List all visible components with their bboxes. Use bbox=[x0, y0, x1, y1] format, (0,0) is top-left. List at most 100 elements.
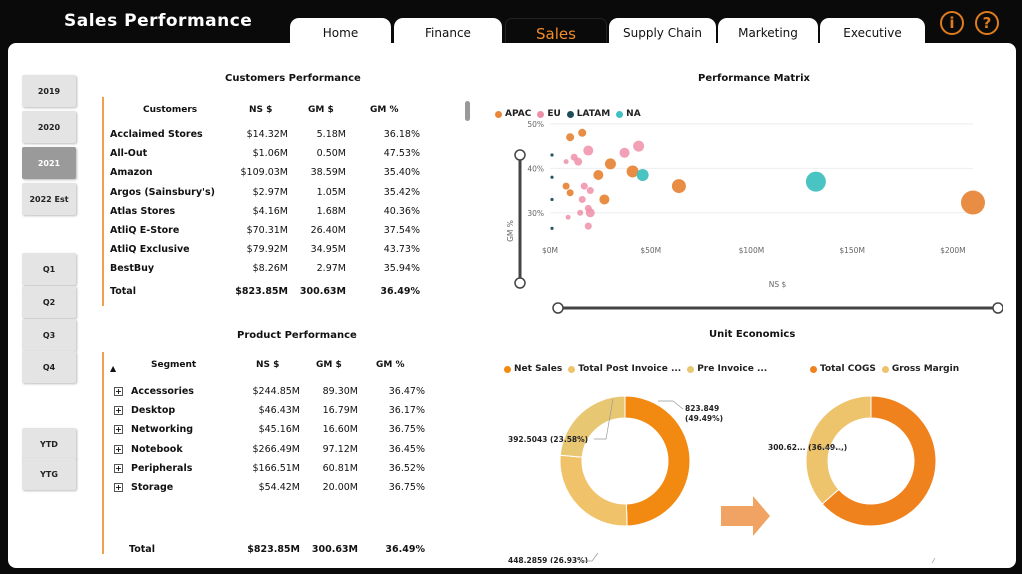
customers-cell: 2.97M bbox=[316, 263, 346, 275]
donut-label: 392.5043 (23.58%) bbox=[508, 435, 588, 444]
col-gm-pct: GM % bbox=[370, 105, 399, 115]
customers-total-gm: 300.63M bbox=[299, 286, 346, 297]
products-row-label[interactable]: + Accessories bbox=[114, 386, 194, 397]
products-cell: 20.00M bbox=[322, 482, 358, 493]
donut-slice-pre-invoice bbox=[559, 395, 626, 458]
customers-row-label[interactable]: Amazon bbox=[110, 167, 152, 178]
customers-row-label[interactable]: Argos (Sainsbury's) bbox=[110, 187, 215, 198]
x-tick-label: $100M bbox=[739, 246, 765, 255]
expand-icon[interactable]: + bbox=[114, 463, 123, 473]
customers-cell: $79.92M bbox=[246, 244, 288, 256]
customers-cell: 43.73% bbox=[383, 244, 420, 256]
slicer-q2[interactable]: Q2 bbox=[22, 286, 76, 318]
products-row-label[interactable]: + Storage bbox=[114, 482, 173, 493]
slicer-year-2021[interactable]: 2021 bbox=[22, 147, 76, 179]
scatter-point-latam bbox=[550, 153, 554, 157]
scatter-point-eu bbox=[565, 214, 571, 220]
customers-cell: 1.68M bbox=[316, 205, 346, 217]
products-cell: 60.81M bbox=[322, 462, 358, 474]
y-zoom-handle-bottom bbox=[514, 277, 526, 289]
customers-cell: 38.59M bbox=[310, 167, 346, 179]
col-gm: GM $ bbox=[316, 360, 342, 370]
scatter-point-eu bbox=[570, 153, 578, 161]
slicer-ytd[interactable]: YTD bbox=[22, 428, 76, 460]
products-accent-bar bbox=[102, 352, 104, 554]
performance-matrix-chart[interactable]: 30% 40% 50% $0M $50M $100M $150M $200M NS $ GM % bbox=[488, 103, 1003, 318]
scatter-point-apac bbox=[961, 190, 985, 215]
customers-table: Customers NS $ GM $ GM % Acclaimed Store… bbox=[110, 101, 440, 311]
slicer-q4[interactable]: Q4 bbox=[22, 351, 76, 383]
scatter-point-apac bbox=[599, 194, 610, 205]
customers-cell: 47.53% bbox=[383, 148, 420, 160]
products-row-label[interactable]: + Networking bbox=[114, 424, 193, 435]
products-cell: $45.16M bbox=[258, 424, 300, 436]
customers-cell: $14.32M bbox=[246, 129, 288, 140]
x-tick-label: $200M bbox=[940, 246, 966, 255]
products-row-label[interactable]: + Notebook bbox=[114, 444, 183, 455]
products-cell: 36.75% bbox=[388, 482, 425, 493]
scatter-point-apac bbox=[593, 170, 604, 180]
customers-cell: $4.16M bbox=[252, 205, 288, 217]
question-icon[interactable]: ? bbox=[975, 11, 999, 35]
unit-economics-charts[interactable]: 823.849(49.49%) 448.2859 (26.93%) 392.5043… bbox=[488, 383, 1008, 563]
donut1-legend: Net Sales Total Post Invoice ... Pre Inv… bbox=[504, 364, 767, 374]
customers-row-label[interactable]: AtliQ E-Store bbox=[110, 225, 179, 236]
customers-row-label[interactable]: All-Out bbox=[110, 148, 147, 159]
products-title: Product Performance bbox=[237, 330, 357, 341]
scatter-point-apac bbox=[566, 189, 574, 197]
scatter-point-apac bbox=[604, 158, 616, 170]
slicer-year-2020[interactable]: 2020 bbox=[22, 111, 76, 143]
products-cell: $54.42M bbox=[258, 482, 300, 493]
customers-cell: 40.36% bbox=[383, 205, 420, 217]
scatter-point-latam bbox=[550, 226, 554, 230]
expand-icon[interactable]: + bbox=[114, 483, 123, 492]
expand-icon[interactable]: + bbox=[114, 387, 123, 396]
slicer-ytg[interactable]: YTG bbox=[22, 458, 76, 490]
slicer-q3[interactable]: Q3 bbox=[22, 319, 76, 351]
legend-pre-invoice-marker bbox=[687, 365, 695, 373]
customers-cell: 5.18M bbox=[316, 129, 346, 140]
donut-slice-net-sales bbox=[624, 395, 691, 527]
slicer-year-2019[interactable]: 2019 bbox=[22, 75, 76, 107]
products-cell: 89.30M bbox=[322, 386, 358, 397]
info-icon[interactable]: i bbox=[940, 11, 964, 35]
donut-label: (49.49%) bbox=[685, 414, 723, 423]
col-customers: Customers bbox=[143, 105, 198, 115]
donut-label: 300.62... (36.49...) bbox=[768, 443, 847, 452]
scatter-point-eu bbox=[586, 187, 594, 195]
slicer-q1[interactable]: Q1 bbox=[22, 253, 76, 285]
customers-cell: 0.50M bbox=[316, 148, 346, 160]
table-scrollbar[interactable] bbox=[465, 101, 470, 121]
expand-icon[interactable]: + bbox=[114, 406, 123, 416]
col-gm: GM $ bbox=[308, 105, 334, 115]
expand-icon[interactable]: + bbox=[114, 444, 123, 454]
scatter-point-eu bbox=[633, 140, 645, 152]
segment-name: Accessories bbox=[131, 386, 194, 397]
customers-row-label[interactable]: AtliQ Exclusive bbox=[110, 244, 190, 255]
scatter-point-latam bbox=[550, 175, 554, 179]
sort-icon[interactable]: ▲ bbox=[110, 364, 116, 373]
legend-net-sales: Net Sales bbox=[514, 364, 563, 374]
scatter-point-latam bbox=[550, 197, 554, 202]
customers-cell: 35.40% bbox=[383, 167, 420, 179]
products-row-label[interactable]: + Peripherals bbox=[114, 463, 192, 474]
x-zoom-handle-right bbox=[992, 302, 1003, 314]
segment-name: Networking bbox=[131, 424, 194, 436]
donut-slice-total-post-invoice bbox=[559, 454, 628, 527]
scatter-point-eu bbox=[583, 145, 594, 156]
products-row-label[interactable]: + Desktop bbox=[114, 405, 175, 416]
slicer-year-2022-est[interactable]: 2022 Est bbox=[22, 183, 76, 215]
scatter-point-apac bbox=[566, 133, 575, 142]
expand-icon[interactable]: + bbox=[114, 425, 123, 435]
scatter-point-na bbox=[636, 169, 649, 181]
customers-row-label[interactable]: Atlas Stores bbox=[110, 206, 175, 217]
customers-cell: $1.06M bbox=[252, 148, 288, 160]
products-cell: 36.17% bbox=[388, 405, 425, 417]
products-cell: 36.52% bbox=[388, 462, 425, 474]
matrix-title: Performance Matrix bbox=[698, 73, 810, 84]
x-tick-label: $0M bbox=[542, 246, 558, 255]
customers-total-gm-pct: 36.49% bbox=[380, 286, 420, 297]
customers-row-label[interactable]: Acclaimed Stores bbox=[110, 129, 203, 140]
x-zoom-handle-left bbox=[552, 302, 564, 314]
customers-row-label[interactable]: BestBuy bbox=[110, 263, 154, 274]
